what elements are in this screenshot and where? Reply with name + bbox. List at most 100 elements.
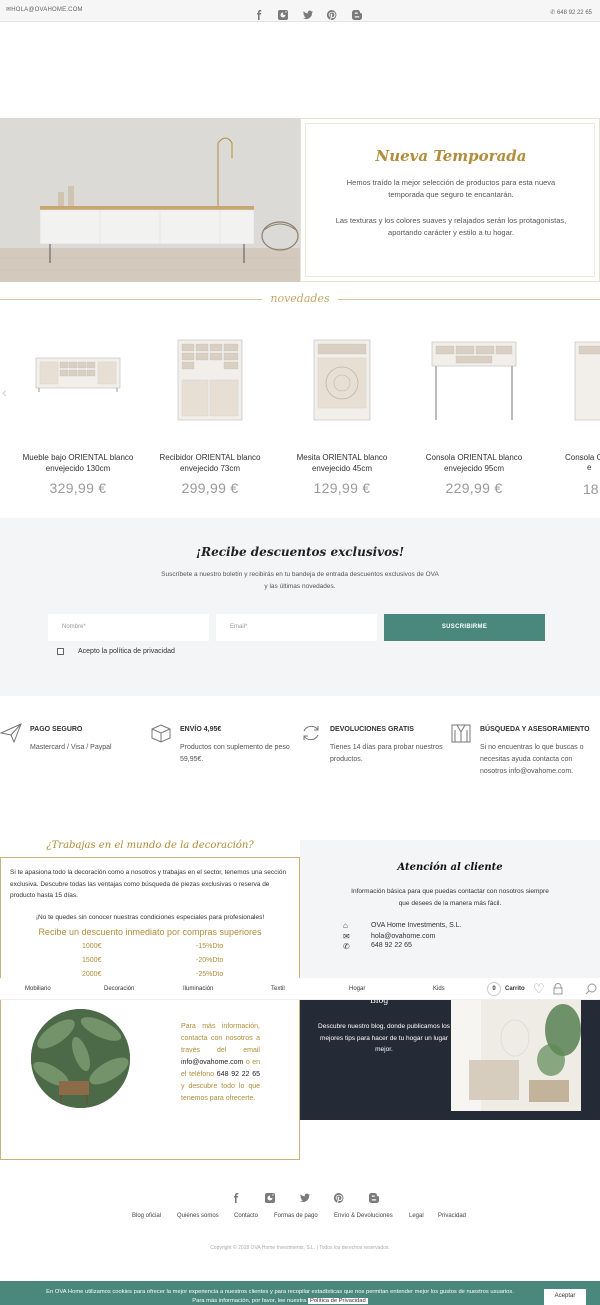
cart-label[interactable]: Carrito [505,986,525,992]
nav-item-hogar[interactable]: Hogar [349,986,365,992]
product-name[interactable]: Consola O [565,452,600,463]
pro-box [0,857,300,1160]
product-name[interactable]: Consola ORIENTAL blanco envejecido 95cm [404,452,544,474]
attention-phone[interactable]: 648 92 22 65 [371,942,412,949]
cookie-text: En OVA Home utilizamos cookies para ofre… [46,1289,514,1295]
tier-discount: -20%Dto [196,957,224,964]
lock-icon[interactable] [553,982,563,995]
product-card[interactable]: Consola ORIENTAL blanco envejecido 95cm … [404,330,544,496]
feature-desc: Productos con suplemento de peso 59,95€. [180,744,290,763]
feature-desc: Tienes 14 días para probar nuestros prod… [330,744,443,763]
pro-text: Si te apasiona todo la decoración como a… [10,869,287,899]
divider-left [0,299,262,300]
pro-note: ¡No te quedes sin conocer nuestras condi… [35,914,265,921]
novedades-label: novedades [270,292,330,305]
footer-link-privacidad[interactable]: Privacidad [438,1213,466,1219]
hero-text-1: Hemos traído la mejor selección de produ… [346,178,556,199]
product-name[interactable]: Mesita ORIENTAL blanco envejecido 45cm [272,452,412,474]
footer-link-envio[interactable]: Envío & Devoluciones [334,1213,393,1219]
product-image[interactable] [404,330,544,430]
attention-section [300,840,600,978]
product-image[interactable] [8,330,148,430]
privacy-policy-link[interactable]: Política de Privacidad [307,1298,368,1304]
footer-link-contacto[interactable]: Contacto [234,1213,258,1219]
product-image[interactable] [272,330,412,430]
tier-amount: 2000€ [82,971,102,978]
tier-amount: 1500€ [82,957,102,964]
blog-image[interactable] [451,1000,581,1111]
company-name: OVA Home Investments, S.L. [371,922,462,929]
product-illustration [431,341,517,420]
hero-text-2: Las texturas y los colores suaves y rela… [335,216,567,237]
product-price: 329,99 € [49,480,107,496]
whatsapp-icon: ✆ [550,10,556,16]
footer-link-legal[interactable]: Legal [409,1213,424,1219]
cookie-accept-button[interactable]: Aceptar [544,1289,586,1305]
blogger-icon[interactable] [368,1193,379,1203]
nav-item-kids[interactable]: Kids [433,986,445,992]
carousel-prev-icon[interactable]: ‹ [2,384,7,400]
pinterest-icon[interactable] [327,10,337,20]
whatsapp-icon: ✆ [343,942,350,951]
nav-item-iluminacion[interactable]: Iluminación [183,986,213,992]
name-input[interactable]: Nombre* [48,614,209,641]
nav-item-mobiliario[interactable]: Mobiliario [25,986,51,992]
product-name[interactable]: Mueble bajo ORIENTAL blanco envejecido 1… [8,452,148,474]
product-illustration [574,341,600,421]
product-illustration [313,339,371,421]
mail-icon: ✉ [343,932,350,941]
twitter-icon[interactable] [299,1193,310,1203]
paper-plane-icon [0,722,22,744]
facebook-icon[interactable] [231,1193,241,1203]
heart-icon[interactable]: ♡ [533,981,545,997]
facebook-icon[interactable] [254,10,264,20]
header-phone[interactable]: ✆ 648 92 22 65 [550,9,592,16]
product-name-cont: e [587,463,592,472]
blogger-icon[interactable] [351,10,362,20]
top-bar: ✉HOLA@OVAHOME.COM ✆ 648 92 22 65 [0,0,600,22]
product-card[interactable]: Mueble bajo ORIENTAL blanco envejecido 1… [8,330,148,496]
product-illustration [35,357,121,392]
main-nav: Mobiliario Decoración Iluminación Textil… [0,978,600,1000]
cart-count-badge[interactable]: 0 [487,982,501,996]
header-email[interactable]: ✉HOLA@OVAHOME.COM [6,6,83,13]
search-icon[interactable] [585,982,597,995]
twitter-icon[interactable] [302,10,313,20]
copyright: Copyright © 2018 OVA Home Investments, S… [210,1245,390,1251]
nav-item-textil[interactable]: Textil [271,986,285,992]
pro-contact-email[interactable]: info@ovahome.com [181,1059,243,1066]
pro-contact: Para más información, contacta con nosot… [181,1023,260,1102]
tier-discount: -15%Dto [196,943,224,950]
hero-image [0,118,300,282]
feature-title: ENVÍO 4,95€ [180,726,222,733]
instagram-icon[interactable] [278,10,289,20]
attention-email[interactable]: hola@ovahome.com [371,933,435,940]
product-name[interactable]: Recibidor ORIENTAL blanco envejecido 73c… [140,452,280,474]
product-card[interactable]: Consola O e 18 [565,330,600,500]
home-icon: ⌂ [343,921,348,930]
nav-item-decoracion[interactable]: Decoración [104,986,134,992]
footer-link-blog[interactable]: Blog oficial [132,1213,161,1219]
footer-social [231,1190,389,1208]
instagram-icon[interactable] [265,1193,276,1203]
email-input[interactable]: Email* [216,614,377,641]
feature-title: BÚSQUEDA Y ASESORAMIENTO [480,726,590,733]
footer-link-formas-pago[interactable]: Formas de pago [274,1213,318,1219]
subscribe-button[interactable]: SUSCRIBIRME [384,614,545,641]
product-card[interactable]: Mesita ORIENTAL blanco envejecido 45cm 1… [272,330,412,496]
refresh-icon [300,722,322,744]
newsletter-text: Suscríbete a nuestro boletín y recibirás… [161,571,439,590]
blog-text: Descubre nuestro blog, donde publicamos … [318,1023,450,1053]
product-price: 299,99 € [181,480,239,496]
hero-illustration [0,118,300,282]
footer-link-quienes-somos[interactable]: Quiénes somos [177,1213,219,1219]
product-price: 18 [583,481,599,497]
product-card[interactable]: Recibidor ORIENTAL blanco envejecido 73c… [140,330,280,496]
social-links [249,7,367,25]
pinterest-icon[interactable] [334,1193,344,1203]
pro-contact-phone[interactable]: 648 92 22 65 [217,1071,260,1078]
product-image[interactable] [140,330,280,430]
leaves-image [31,1009,130,1108]
feature-desc: Si no encuentras lo que buscas o necesit… [480,744,584,775]
privacy-checkbox[interactable] [57,648,64,655]
